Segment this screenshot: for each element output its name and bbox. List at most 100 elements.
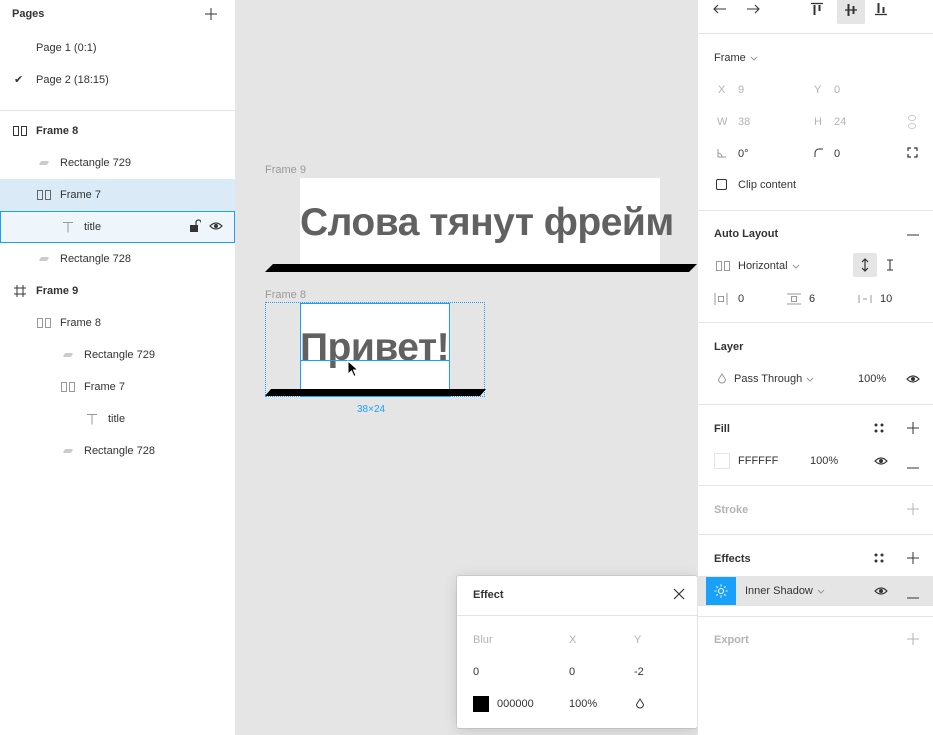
fill-title: Fill [714, 423, 730, 435]
frame-8-label[interactable]: Frame 8 [265, 289, 306, 301]
eye-icon[interactable] [874, 584, 888, 601]
fill-opacity-input[interactable]: 100% [810, 455, 838, 467]
add-page-button[interactable] [199, 2, 223, 26]
layer-row[interactable]: title [0, 403, 235, 435]
effect-popup: Effect Blur X Y 0 0 -2 000000 100% [457, 576, 697, 728]
layer-row-selected[interactable]: Frame 7 [0, 179, 235, 211]
remove-auto-layout-button[interactable] [901, 223, 925, 247]
stroke-section: Stroke [698, 486, 933, 535]
plus-icon [907, 633, 919, 645]
rotation-input[interactable]: 0° [738, 148, 749, 160]
frame-9-text[interactable]: Слова тянут фрейм [300, 201, 674, 245]
frame-9-label[interactable]: Frame 9 [265, 164, 306, 176]
add-stroke-button[interactable] [907, 503, 919, 518]
minus-icon [907, 467, 919, 469]
layer-row[interactable]: Frame 7 [0, 371, 235, 403]
horizontal-padding-input[interactable]: 0 [738, 293, 744, 305]
x-input[interactable]: 9 [738, 84, 744, 96]
spacing-input[interactable]: 10 [880, 293, 892, 305]
unlock-icon[interactable] [189, 219, 202, 236]
frame-type-dropdown[interactable]: Frame [714, 52, 758, 64]
resize-vertical-hug-button[interactable] [853, 253, 877, 277]
pages-title: Pages [12, 8, 45, 20]
align-middle-icon[interactable] [837, 0, 865, 24]
page-label: Page 2 (18:15) [36, 74, 109, 86]
remove-effect-button[interactable] [907, 590, 919, 602]
frame-8-bar [265, 389, 486, 396]
arrow-vertical-icon [861, 258, 869, 272]
layer-row[interactable]: Rectangle 728 [0, 243, 235, 275]
layer-label: title [84, 221, 102, 233]
layer-label: Rectangle 728 [60, 253, 131, 265]
vertical-padding-input[interactable]: 6 [809, 293, 815, 305]
align-top-icon[interactable] [805, 0, 829, 21]
effect-type-dropdown[interactable]: Inner Shadow [745, 585, 825, 597]
constrain-proportions-icon[interactable] [908, 115, 916, 132]
color-hex-input[interactable]: 000000 [497, 698, 534, 710]
independent-corners-icon[interactable] [907, 147, 918, 161]
page-item-1[interactable]: Page 1 (0:1) [0, 32, 235, 64]
blur-input[interactable]: 0 [473, 666, 479, 678]
corner-radius-input[interactable]: 0 [834, 148, 840, 160]
direction-label: Horizontal [738, 260, 788, 272]
layer-row[interactable]: Rectangle 729 [0, 147, 235, 179]
style-grid-icon[interactable] [874, 553, 884, 566]
layer-label: Rectangle 728 [84, 445, 155, 457]
blend-drop-icon[interactable] [635, 698, 645, 713]
layer-row[interactable]: Rectangle 729 [0, 339, 235, 371]
blend-mode-dropdown[interactable]: Pass Through [734, 373, 814, 385]
effect-settings-button[interactable] [706, 577, 736, 605]
effect-type-label: Inner Shadow [745, 585, 813, 597]
layer-list: Frame 8 Rectangle 729 Frame 7 title Rect… [0, 111, 235, 467]
page-label: Page 1 (0:1) [36, 42, 97, 54]
h-input[interactable]: 24 [834, 116, 846, 128]
chevron-down-icon [817, 589, 825, 594]
align-bottom-icon[interactable] [869, 0, 893, 21]
stroke-title: Stroke [714, 504, 749, 516]
add-export-button[interactable] [907, 633, 919, 648]
minus-icon [907, 597, 919, 599]
add-fill-button[interactable] [907, 422, 919, 437]
layer-row[interactable]: Frame 8 [0, 115, 235, 147]
plus-icon [907, 552, 919, 564]
y-label: Y [814, 84, 822, 96]
layer-section: Layer Pass Through 100% [698, 323, 933, 405]
layer-label: title [108, 413, 126, 425]
layer-title: Layer [714, 341, 744, 353]
page-item-2[interactable]: ✔ Page 2 (18:15) [0, 64, 235, 96]
y-input[interactable]: 0 [834, 84, 840, 96]
rectangle-icon [36, 251, 52, 267]
fill-color-swatch[interactable] [714, 453, 730, 469]
size-badge: 38×24 [357, 404, 386, 415]
fill-hex-input[interactable]: FFFFFF [738, 455, 778, 467]
y-label: Y [634, 634, 642, 646]
layer-opacity-input[interactable]: 100% [858, 373, 886, 385]
color-swatch[interactable] [473, 696, 489, 712]
remove-fill-button[interactable] [907, 460, 919, 472]
autolayout-icon [60, 379, 76, 395]
color-opacity-input[interactable]: 100% [569, 698, 597, 710]
layer-row[interactable]: Frame 8 [0, 307, 235, 339]
eye-icon[interactable] [906, 372, 920, 389]
clip-content-checkbox[interactable] [716, 179, 727, 190]
y-input[interactable]: -2 [634, 666, 644, 678]
close-icon[interactable] [673, 588, 685, 603]
arrow-left-icon[interactable] [708, 0, 732, 21]
layer-label: Rectangle 729 [60, 157, 131, 169]
eye-icon[interactable] [874, 454, 888, 471]
x-input[interactable]: 0 [569, 666, 575, 678]
arrow-right-icon[interactable] [741, 0, 765, 21]
frame-7-selection[interactable] [300, 303, 450, 397]
effect-popup-header: Effect [457, 576, 697, 616]
eye-icon[interactable] [209, 219, 223, 236]
autolayout-icon [36, 315, 52, 331]
add-effect-button[interactable] [907, 552, 919, 567]
layer-row[interactable]: Frame 9 [0, 275, 235, 307]
layer-row[interactable]: Rectangle 728 [0, 435, 235, 467]
w-input[interactable]: 38 [738, 116, 750, 128]
layer-row-hovered[interactable]: title [0, 211, 235, 243]
direction-dropdown[interactable]: Horizontal [738, 260, 800, 272]
text-cursor-icon[interactable] [886, 259, 894, 274]
style-grid-icon[interactable] [874, 423, 884, 436]
chevron-down-icon [792, 264, 799, 269]
